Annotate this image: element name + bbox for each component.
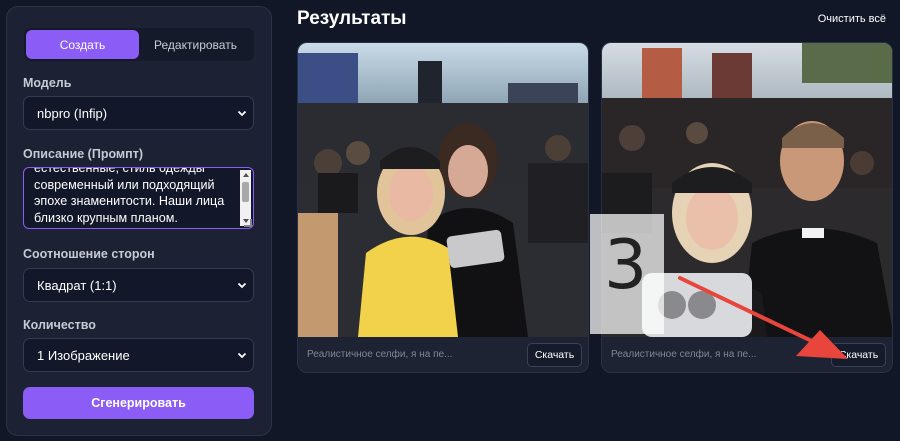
results-title: Результаты <box>297 8 407 29</box>
aspect-select[interactable]: Квадрат (1:1) <box>23 268 254 302</box>
count-select[interactable]: 1 Изображение <box>23 338 254 372</box>
download-button[interactable]: Скачать <box>831 343 886 367</box>
prompt-label: Описание (Промпт) <box>23 147 144 161</box>
card-caption: Реалистичное селфи, я на пе... <box>611 349 757 360</box>
chevron-down-icon <box>237 110 247 117</box>
count-select-value: 1 Изображение <box>37 347 130 363</box>
step-number: 3 <box>604 226 648 305</box>
aspect-select-value: Квадрат (1:1) <box>37 277 117 293</box>
card-footer: Реалистичное селфи, я на пе... Скачать <box>298 337 588 372</box>
result-card: Реалистичное селфи, я на пе... Скачать <box>297 42 589 373</box>
prompt-textarea[interactable]: естественные, стиль одежды современный и… <box>23 167 254 229</box>
download-button[interactable]: Скачать <box>527 343 582 367</box>
card-caption: Реалистичное селфи, я на пе... <box>307 349 453 360</box>
model-select-value: nbpro (Infip) <box>37 105 108 121</box>
scroll-up-icon[interactable] <box>243 173 249 177</box>
model-label: Модель <box>23 76 72 90</box>
tab-edit[interactable]: Редактировать <box>139 30 252 59</box>
resize-grip-icon[interactable] <box>244 219 252 227</box>
prompt-scrollbar[interactable] <box>240 170 251 226</box>
chevron-down-icon <box>237 352 247 359</box>
mode-switch: Создать Редактировать <box>24 28 254 61</box>
tab-create[interactable]: Создать <box>26 30 139 59</box>
clear-all-button[interactable]: Очистить всё <box>818 13 886 25</box>
settings-panel: Создать Редактировать Модель nbpro (Infi… <box>6 6 272 436</box>
count-label: Количество <box>23 318 96 332</box>
prompt-text: естественные, стиль одежды современный и… <box>34 167 225 225</box>
card-footer: Реалистичное селфи, я на пе... Скачать <box>602 337 892 372</box>
chevron-down-icon <box>237 282 247 289</box>
generate-button[interactable]: Сгенерировать <box>23 387 254 419</box>
model-select[interactable]: nbpro (Infip) <box>23 96 254 130</box>
result-image[interactable] <box>298 43 589 337</box>
scroll-thumb[interactable] <box>242 182 249 202</box>
aspect-label: Соотношение сторон <box>23 247 155 261</box>
